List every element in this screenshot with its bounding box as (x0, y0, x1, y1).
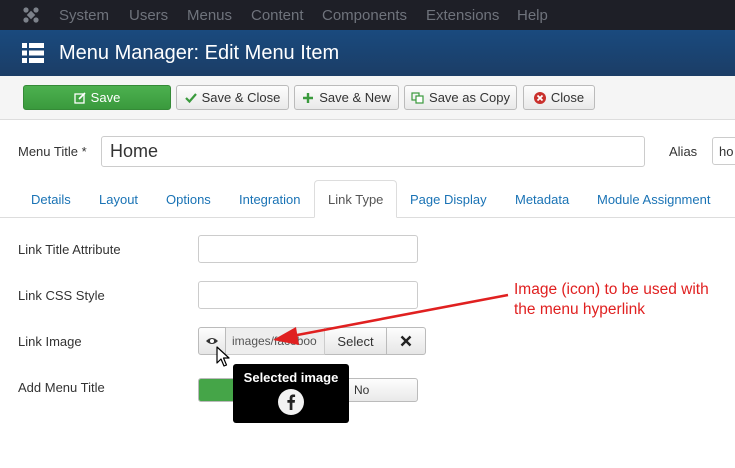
menu-title-input[interactable] (101, 136, 645, 167)
nav-users[interactable]: Users (129, 7, 168, 24)
alias-input[interactable] (712, 137, 735, 165)
link-title-attribute-label: Link Title Attribute (18, 242, 121, 257)
nav-extensions[interactable]: Extensions (426, 7, 499, 24)
top-navbar: System Users Menus Content Components Ex… (0, 0, 735, 30)
x-icon (400, 335, 412, 347)
tab-layout[interactable]: Layout (99, 192, 138, 207)
save-as-copy-label: Save as Copy (429, 90, 510, 105)
menu-title-label: Menu Title * (18, 144, 87, 159)
toggle-yes-option[interactable] (199, 379, 235, 401)
tab-bar: Details Layout Options Integration Link … (0, 180, 735, 218)
nav-help[interactable]: Help (517, 7, 548, 24)
nav-components[interactable]: Components (322, 7, 407, 24)
alias-label: Alias (669, 144, 698, 159)
tab-options[interactable]: Options (166, 192, 211, 207)
link-css-style-input[interactable] (198, 281, 418, 309)
save-new-label: Save & New (319, 90, 391, 105)
save-close-label: Save & Close (201, 90, 281, 105)
menu-list-icon (22, 43, 44, 63)
link-image-path[interactable]: images/faceboo (226, 327, 325, 355)
joomla-logo-icon[interactable] (22, 6, 40, 24)
mouse-cursor-icon (216, 346, 230, 367)
add-menu-title-label: Add Menu Title (18, 380, 105, 395)
nav-menus[interactable]: Menus (187, 7, 232, 24)
page-title: Menu Manager: Edit Menu Item (59, 42, 340, 64)
close-circle-icon (533, 91, 546, 104)
toolbar: Save Save & Close Save & New Save as Cop… (0, 76, 735, 120)
facebook-icon (278, 389, 304, 415)
tooltip-title: Selected image (243, 370, 339, 385)
check-icon (184, 92, 197, 103)
image-preview-tooltip: Selected image (233, 364, 349, 423)
page-header: Menu Manager: Edit Menu Item (0, 30, 735, 76)
save-close-button[interactable]: Save & Close (176, 85, 289, 110)
edit-icon (74, 91, 86, 104)
save-label: Save (90, 90, 121, 105)
tab-details[interactable]: Details (31, 192, 71, 207)
tab-module-assignment[interactable]: Module Assignment (597, 192, 710, 207)
save-new-button[interactable]: Save & New (294, 85, 399, 110)
copy-icon (411, 91, 424, 104)
close-button[interactable]: Close (523, 85, 595, 110)
tab-page-display[interactable]: Page Display (410, 192, 487, 207)
plus-icon (303, 92, 314, 103)
annotation-callout: Image (icon) to be used with the menu hy… (514, 281, 709, 318)
select-button[interactable]: Select (325, 327, 387, 355)
tab-link-type[interactable]: Link Type (314, 180, 398, 218)
eye-icon (206, 338, 218, 344)
tab-metadata[interactable]: Metadata (515, 192, 569, 207)
link-css-style-label: Link CSS Style (18, 288, 105, 303)
save-button[interactable]: Save (23, 85, 171, 110)
nav-content[interactable]: Content (251, 7, 304, 24)
clear-button[interactable] (387, 327, 426, 355)
toggle-no-option[interactable]: No (354, 383, 369, 397)
save-as-copy-button[interactable]: Save as Copy (404, 85, 517, 110)
link-image-label: Link Image (18, 334, 82, 349)
close-label: Close (550, 90, 585, 105)
link-title-attribute-input[interactable] (198, 235, 418, 263)
tab-integration[interactable]: Integration (239, 192, 300, 207)
nav-system[interactable]: System (59, 7, 109, 24)
link-image-field: images/faceboo Select (198, 327, 426, 355)
